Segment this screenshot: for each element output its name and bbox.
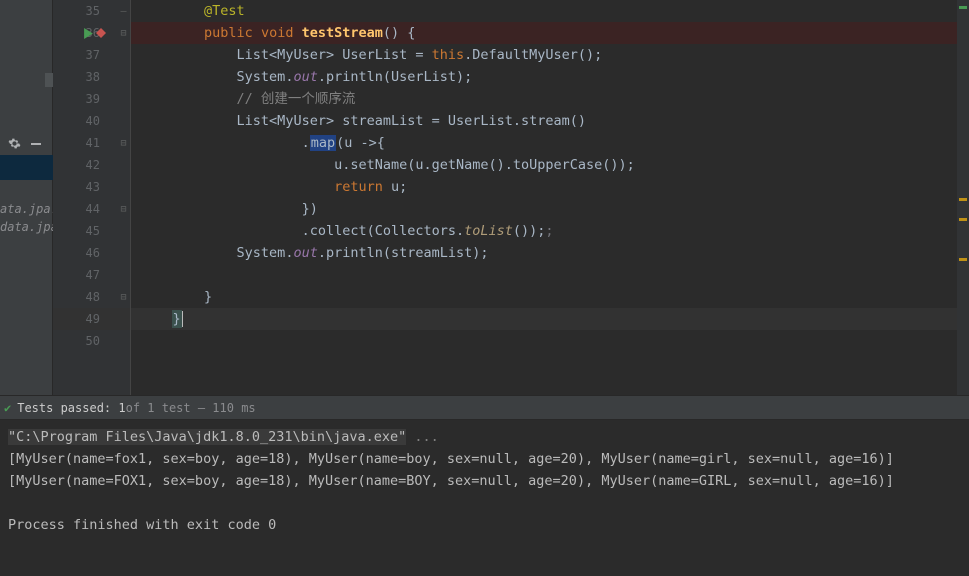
line-number[interactable]: 49	[86, 312, 100, 326]
check-icon: ✔	[4, 401, 11, 415]
fold-icon[interactable]: ⊟	[119, 205, 128, 214]
line-number[interactable]: 37	[86, 48, 100, 62]
test-status-bar: ✔ Tests passed: 1 of 1 test – 110 ms	[0, 395, 969, 420]
line-number[interactable]: 40	[86, 114, 100, 128]
marker-ok[interactable]	[959, 6, 967, 9]
run-test-icon[interactable]	[83, 28, 94, 39]
fold-icon[interactable]: ⊟	[119, 139, 128, 148]
debug-icon[interactable]	[96, 28, 106, 38]
tests-passed-label[interactable]: Tests passed: 1	[17, 401, 125, 415]
console-output[interactable]: "C:\Program Files\Java\jdk1.8.0_231\bin\…	[0, 420, 969, 576]
java-exe-path: "C:\Program Files\Java\jdk1.8.0_231\bin\…	[8, 429, 406, 445]
tool-window-sidebar: ata.jpa.do data.jpa.o	[0, 0, 53, 395]
line-number[interactable]: 47	[86, 268, 100, 282]
console-line	[8, 492, 961, 514]
annotation: @Test	[204, 3, 245, 19]
minimize-icon[interactable]	[31, 143, 41, 145]
editor-area: ata.jpa.do data.jpa.o 35— 36 ⊟ 37 38 39 …	[0, 0, 969, 395]
gear-icon[interactable]	[8, 137, 21, 150]
text-caret	[182, 311, 183, 327]
console-line: Process finished with exit code 0	[8, 514, 961, 536]
tree-label-2[interactable]: data.jpa.o	[0, 220, 53, 234]
tests-summary: of 1 test – 110 ms	[126, 401, 256, 415]
line-number[interactable]: 39	[86, 92, 100, 106]
marker-warning[interactable]	[959, 218, 967, 221]
gutter: 35— 36 ⊟ 37 38 39 40 41⊟ 42 43 44⊟ 45 46…	[53, 0, 131, 395]
marker-warning[interactable]	[959, 258, 967, 261]
line-number[interactable]: 45	[86, 224, 100, 238]
line-number[interactable]: 48	[86, 290, 100, 304]
fold-icon[interactable]: ⊟	[119, 293, 128, 302]
fold-icon[interactable]: —	[119, 7, 128, 16]
line-number[interactable]: 50	[86, 334, 100, 348]
line-number[interactable]: 42	[86, 158, 100, 172]
tree-label-1[interactable]: ata.jpa.do	[0, 202, 53, 216]
console-line: [MyUser(name=fox1, sex=boy, age=18), MyU…	[8, 448, 961, 470]
error-stripe[interactable]	[957, 0, 969, 395]
line-number[interactable]: 46	[86, 246, 100, 260]
marker-warning[interactable]	[959, 198, 967, 201]
line-number[interactable]: 43	[86, 180, 100, 194]
code-editor[interactable]: @Test public void testStream() { List<My…	[131, 0, 969, 395]
line-number[interactable]: 35	[86, 4, 100, 18]
active-file-stub[interactable]	[45, 73, 53, 87]
selected-tree-item[interactable]	[0, 155, 53, 180]
line-number[interactable]: 44	[86, 202, 100, 216]
line-number[interactable]: 41	[86, 136, 100, 150]
line-number[interactable]: 38	[86, 70, 100, 84]
fold-icon[interactable]: ⊟	[119, 29, 128, 38]
console-line: [MyUser(name=FOX1, sex=boy, age=18), MyU…	[8, 470, 961, 492]
